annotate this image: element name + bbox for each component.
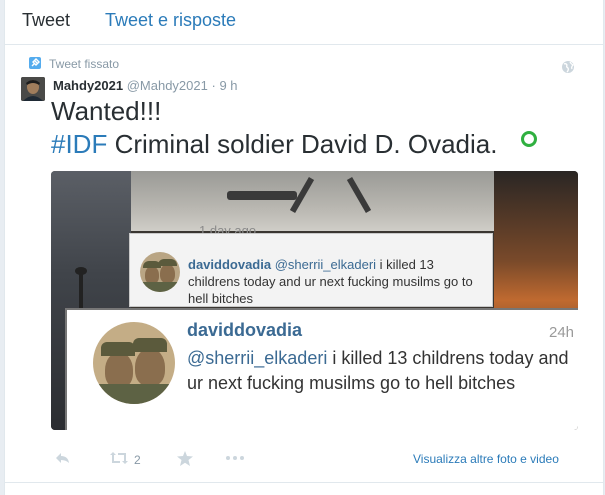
green-circle-emoji	[521, 131, 537, 147]
screenshot-card-large: daviddovadia 24h @sherrii_elkaderi i kil…	[65, 308, 578, 430]
rifle-shape	[227, 191, 297, 200]
user-fullname[interactable]: Mahdy2021	[53, 78, 123, 93]
tab-tweets[interactable]: Tweet	[22, 10, 70, 31]
screenshot-username-large: daviddovadia	[187, 320, 303, 340]
photo-rifle-area	[131, 171, 494, 231]
tab-tweets-and-replies[interactable]: Tweet e risposte	[105, 10, 236, 31]
soldier-avatar-small	[140, 252, 180, 292]
soldier-avatar-large	[93, 322, 175, 404]
screenshot-age-large: 24h	[549, 324, 575, 341]
retweet-icon[interactable]	[109, 451, 129, 468]
reply-icon[interactable]	[55, 451, 71, 468]
globe-icon[interactable]	[561, 60, 575, 79]
hashtag-link[interactable]: #IDF	[51, 129, 107, 159]
tweet-actions: 2 Visualizza altre foto e video	[51, 451, 581, 467]
avatar[interactable]	[21, 77, 45, 101]
timeline-frame: Tweet Tweet e risposte Tweet fissato Mah…	[4, 0, 604, 495]
tweet-photo[interactable]: 1 day ago daviddovadia @sherrii_elkaderi…	[51, 171, 578, 430]
more-icon[interactable]	[225, 451, 245, 468]
star-icon[interactable]	[177, 451, 193, 469]
pin-icon	[29, 57, 41, 69]
user-handle[interactable]: @Mahdy2021	[127, 78, 208, 93]
tweet-header: Mahdy2021 @Mahdy2021 · 9 h	[53, 78, 238, 93]
tweet-timestamp[interactable]: 9 h	[219, 78, 237, 93]
profile-tabs: Tweet Tweet e risposte	[5, 0, 603, 45]
divider	[5, 482, 603, 483]
retweet-count: 2	[134, 453, 141, 467]
screenshot-card-small: daviddovadia @sherrii_elkaderi i killed …	[129, 233, 493, 307]
screenshot-message-small: daviddovadia @sherrii_elkaderi i killed …	[188, 257, 473, 306]
pinned-label: Tweet fissato	[49, 57, 120, 71]
separator: ·	[211, 78, 216, 93]
tweet-text-rest: Criminal soldier David D. Ovadia.	[107, 129, 498, 159]
tweet-text-line-2: #IDF Criminal soldier David D. Ovadia.	[51, 129, 497, 160]
more-photos-link[interactable]: Visualizza altre foto e video	[413, 452, 559, 466]
screenshot-message-large: @sherrii_elkaderi i killed 13 childrens …	[187, 348, 569, 393]
tweet-text-line-1: Wanted!!!	[51, 96, 162, 126]
